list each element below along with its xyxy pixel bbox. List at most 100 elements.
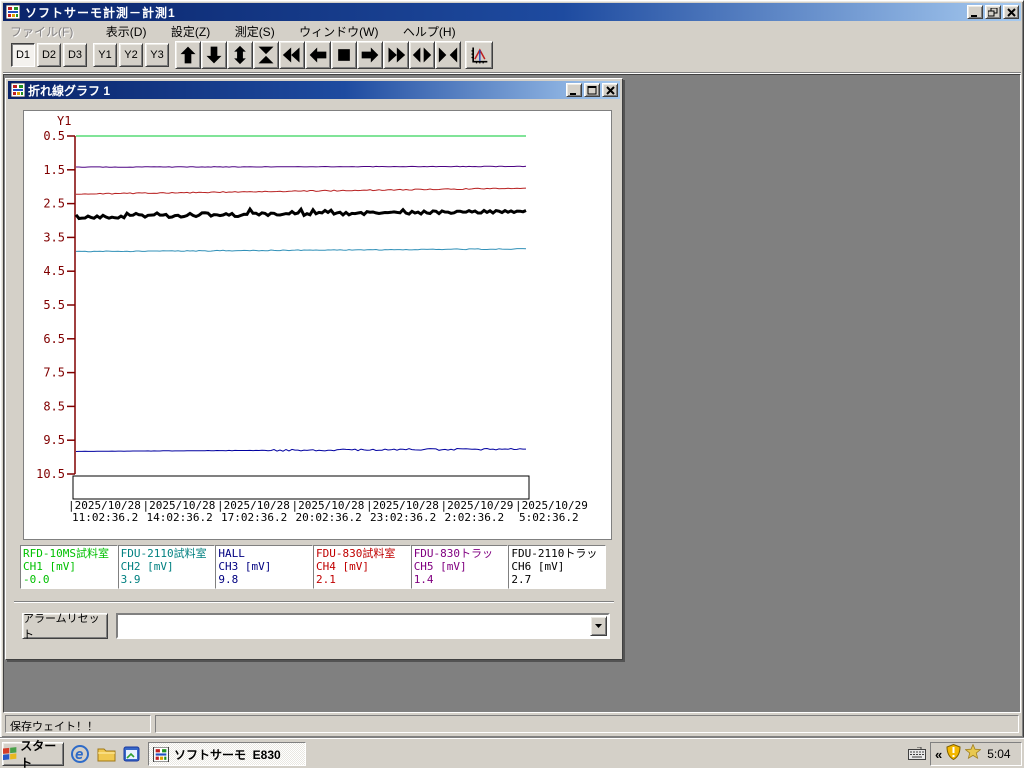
plot-panel: Y1 0.5 1.5 2.5 3.5 4.5 5.5 6.5 7.5 8.5 9.5 10.5 |202…	[23, 110, 612, 540]
toolbar-y1-button[interactable]: Y1	[93, 43, 117, 67]
series-ch5	[76, 165, 527, 168]
series-ch2	[75, 248, 527, 253]
svg-text:1.5: 1.5	[43, 163, 65, 177]
toolbar-d2-button[interactable]: D2	[37, 43, 61, 67]
combobox-dropdown-button[interactable]	[590, 616, 607, 636]
arrow-left-button[interactable]	[305, 41, 331, 69]
graph-window: 折れ線グラフ 1 Y1 0.5 1.5 2.5 3.5 4.5 5.5 6.5 7.5 8.5 9.…	[5, 78, 623, 660]
graph-window-title: 折れ線グラフ 1	[28, 83, 111, 98]
tray-chevron-button[interactable]: «	[935, 747, 942, 762]
svg-text:8.5: 8.5	[43, 399, 65, 413]
channel-value: 3.9	[120, 573, 141, 586]
alarm-combobox-value	[118, 619, 121, 631]
task-button-softthermo[interactable]: ソフトサーモ E830	[148, 742, 306, 766]
arrow-updown-icon	[234, 45, 246, 65]
status-bar: 保存ウェイト！！	[3, 713, 1021, 735]
stop-icon	[338, 49, 350, 61]
star-icon[interactable]	[964, 743, 982, 764]
svg-text:Y1: Y1	[57, 114, 71, 128]
toolbar-d1-button[interactable]: D1	[11, 43, 35, 67]
svg-text:9.5: 9.5	[43, 433, 65, 447]
collapse-horizontal-button[interactable]	[435, 41, 461, 69]
channel-id: CH1 [mV]	[23, 560, 76, 573]
svg-text:5.5: 5.5	[43, 298, 65, 312]
channel-id: CH2 [mV]	[120, 560, 174, 573]
channel-value: 1.4	[413, 573, 434, 586]
chart-tool-button[interactable]	[465, 41, 493, 69]
arrow-right-icon	[361, 47, 379, 63]
app-icon	[5, 4, 21, 22]
graph-close-button[interactable]	[602, 83, 618, 97]
legend-cell-ch6: FDU-2110トラッ CH6 [mV] 2.7	[508, 545, 607, 589]
svg-text:4.5: 4.5	[43, 264, 65, 278]
close-button[interactable]	[1003, 5, 1019, 19]
folder-icon[interactable]	[96, 744, 116, 764]
channel-name: HALL	[218, 547, 245, 560]
double-left-button[interactable]	[279, 41, 305, 69]
graph-minimize-button[interactable]	[566, 83, 582, 97]
channel-name: RFD-10MS試料室	[23, 547, 109, 560]
app-titlebar[interactable]: ソフトサーモ計測－計測1	[3, 3, 1021, 21]
legend-cell-ch3: HALL CH3 [mV] 9.8	[215, 545, 314, 589]
toolbar-y3-button[interactable]: Y3	[145, 43, 169, 67]
toolbar: D1 D2 D3 Y1 Y2 Y3	[3, 39, 1021, 73]
task-app-icon	[153, 746, 169, 762]
arrow-up-button[interactable]	[175, 41, 201, 69]
app-title: ソフトサーモ計測－計測1	[25, 5, 176, 20]
window-icon[interactable]	[121, 744, 141, 764]
svg-text:11:02:36.2: 11:02:36.2	[72, 511, 138, 524]
svg-text:17:02:36.2: 17:02:36.2	[221, 511, 287, 524]
minimize-button[interactable]	[967, 5, 983, 19]
restore-button[interactable]	[985, 5, 1001, 19]
double-right-button[interactable]	[383, 41, 409, 69]
channel-id: CH3 [mV]	[218, 560, 272, 573]
arrow-updown-button[interactable]	[227, 41, 253, 69]
toolbar-y2-button[interactable]: Y2	[119, 43, 143, 67]
collapse-vertical-icon	[258, 46, 274, 64]
graph-maximize-button[interactable]	[584, 83, 600, 97]
channel-value: 2.1	[316, 573, 336, 586]
channel-name: FDU-830トラッ	[413, 547, 494, 560]
arrow-down-button[interactable]	[201, 41, 227, 69]
svg-text:14:02:36.2: 14:02:36.2	[147, 511, 213, 524]
line-chart: Y10.51.52.53.54.55.56.57.58.59.510.5|202…	[36, 114, 588, 524]
arrow-right-button[interactable]	[357, 41, 383, 69]
keyboard-icon[interactable]	[908, 746, 926, 765]
svg-text:6.5: 6.5	[43, 332, 65, 346]
channel-name: FDU-830試料室	[316, 547, 396, 560]
svg-text:2.5: 2.5	[43, 197, 65, 211]
svg-text:3.5: 3.5	[43, 230, 65, 244]
double-left-icon	[282, 47, 300, 63]
channel-name: FDU-2110試料室	[120, 547, 207, 560]
collapse-vertical-button[interactable]	[253, 41, 279, 69]
stop-button[interactable]	[331, 41, 357, 69]
status-message: 保存ウェイト！！	[5, 715, 151, 733]
shield-icon[interactable]	[946, 743, 961, 765]
channel-name: FDU-2110トラッ	[511, 547, 598, 560]
tray-clock[interactable]: 5:04	[987, 747, 1010, 761]
graph-window-titlebar[interactable]: 折れ線グラフ 1	[8, 81, 620, 99]
channel-value: 9.8	[218, 573, 239, 586]
toolbar-d3-button[interactable]: D3	[63, 43, 87, 67]
legend-cell-ch1: RFD-10MS試料室 CH1 [mV] -0.0	[20, 545, 118, 589]
expand-horizontal-button[interactable]	[409, 41, 435, 69]
series-ch4	[76, 187, 527, 195]
status-panel-empty	[155, 715, 1019, 733]
arrow-down-icon	[206, 46, 222, 64]
svg-text:5:02:36.2: 5:02:36.2	[519, 511, 579, 524]
channel-value: 2.7	[511, 573, 532, 586]
chevron-down-icon	[595, 624, 602, 628]
internet-explorer-icon[interactable]: e	[70, 744, 90, 764]
channel-id: CH5 [mV]	[413, 560, 467, 573]
graph-window-icon	[10, 82, 26, 100]
alarm-combobox[interactable]	[116, 613, 610, 639]
svg-text:10.5: 10.5	[36, 467, 65, 481]
svg-text:7.5: 7.5	[43, 366, 65, 380]
svg-text:23:02:36.2: 23:02:36.2	[370, 511, 436, 524]
start-button[interactable]: スタート	[2, 739, 64, 768]
collapse-horizontal-icon	[438, 47, 458, 63]
svg-text:0.5: 0.5	[43, 129, 65, 143]
alarm-reset-button[interactable]: アラームリセット	[22, 613, 108, 641]
taskbar: スタート e ソフトサーモ E830 « 5:04	[0, 738, 1024, 768]
menu-bar: ファイル(F) 表示(D) 設定(Z) 測定(S) ウィンドウ(W) ヘルプ(H…	[3, 21, 1021, 39]
